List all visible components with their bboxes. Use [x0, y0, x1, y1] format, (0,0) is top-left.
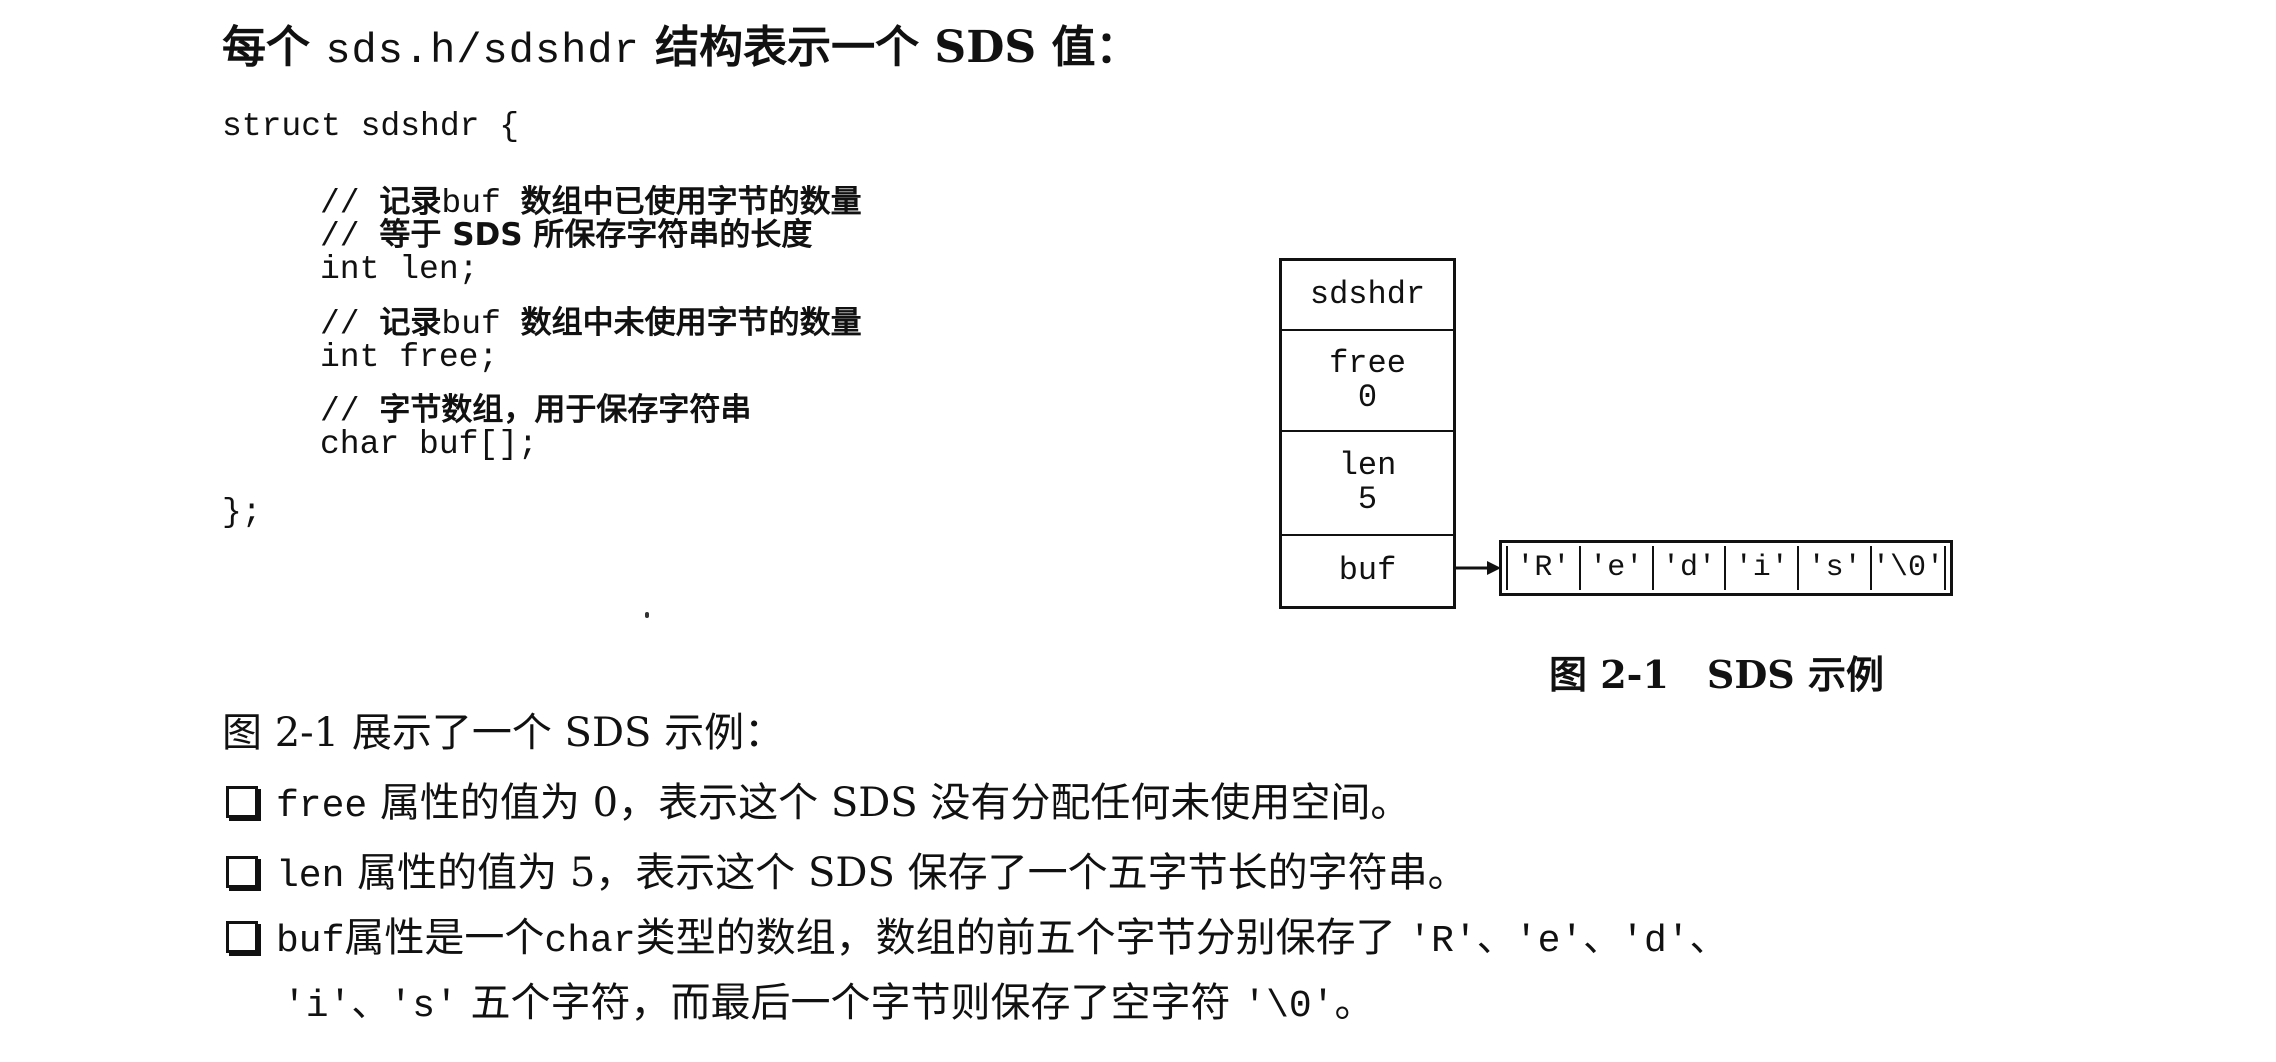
figure-intro-text: 图 2-1 展示了一个 SDS 示例： — [222, 710, 785, 756]
bullet-item-free: free 属性的值为 0，表示这个 SDS 没有分配任何未使用空间。 — [226, 775, 1410, 835]
buf-field-cell: buf — [1282, 536, 1453, 606]
heading-code: sds.h/sdshdr — [325, 27, 640, 75]
checkbox-bullet-icon — [226, 786, 258, 818]
checkbox-bullet-icon — [226, 921, 258, 953]
field-value: 0 — [1357, 378, 1378, 416]
figure-caption: 图 2-1 SDS 示例 — [1549, 650, 1884, 700]
byte-cell: 's' — [1799, 546, 1872, 590]
inline-code: len — [276, 855, 345, 898]
buf-byte-array: 'R' 'e' 'd' 'i' 's' '\0' — [1499, 540, 1953, 596]
section-heading: 每个 sds.h/sdshdr 结构表示一个 SDS 值： — [222, 18, 1139, 78]
bullet-item-buf-continued: 'i'、's' 五个字符，而最后一个字节则保存了空字符 '\0'。 — [283, 980, 1375, 1028]
field-name: len — [1338, 447, 1397, 484]
free-field-cell: free 0 — [1282, 331, 1453, 432]
pointer-arrow-icon — [1453, 561, 1501, 575]
field-name: free — [1329, 344, 1406, 382]
field-name: buf — [1338, 552, 1397, 589]
inline-code: 'R'、'e'、'd'、 — [1408, 920, 1728, 963]
len-field-cell: len 5 — [1282, 432, 1453, 536]
code-struct-close: }; — [222, 494, 262, 531]
code-field-free: int free; — [320, 339, 499, 376]
bullet-item-buf: buf属性是一个char类型的数组，数组的前五个字节分别保存了 'R'、'e'、… — [226, 910, 1728, 970]
scan-speck — [645, 612, 649, 618]
sdshdr-struct-diagram: sdshdr free 0 len 5 buf — [1279, 258, 1456, 609]
figure-title: SDS 示例 — [1706, 652, 1884, 697]
byte-cell: 'R' — [1506, 546, 1581, 590]
code-field-buf: char buf[]; — [320, 426, 538, 463]
byte-cell: 'd' — [1654, 546, 1727, 590]
inline-code: buf — [276, 920, 345, 963]
figure-number: 图 2-1 — [1549, 652, 1669, 697]
heading-suffix: 结构表示一个 SDS 值： — [655, 22, 1140, 73]
byte-cell: 'i' — [1726, 546, 1800, 590]
inline-code: '\0' — [1243, 985, 1335, 1028]
inline-code: 'i'、's' — [283, 985, 458, 1028]
checkbox-bullet-icon — [226, 856, 258, 888]
byte-cell: 'e' — [1581, 546, 1654, 590]
code-struct-open: struct sdshdr { — [222, 108, 520, 145]
heading-prefix: 每个 — [222, 22, 310, 73]
field-value: 5 — [1357, 481, 1378, 518]
bullet-item-len: len 属性的值为 5，表示这个 SDS 保存了一个五字节长的字符串。 — [226, 845, 1468, 905]
inline-code: char — [544, 920, 636, 963]
code-field-len: int len; — [320, 251, 479, 288]
inline-code: free — [276, 785, 368, 828]
byte-cell: '\0' — [1872, 546, 1946, 590]
struct-name-cell: sdshdr — [1282, 261, 1453, 331]
